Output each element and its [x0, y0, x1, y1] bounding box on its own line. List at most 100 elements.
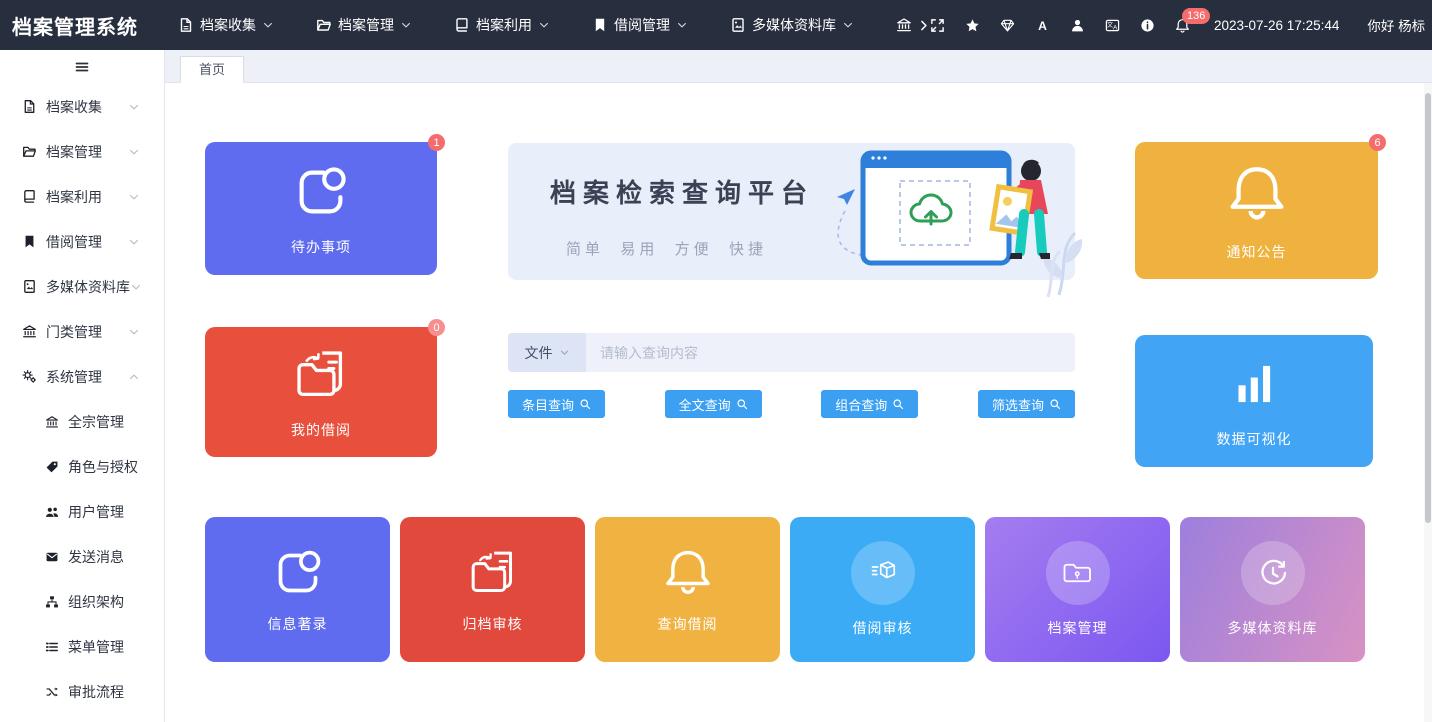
list-icon — [45, 640, 59, 654]
star-icon[interactable] — [965, 18, 980, 33]
fullscreen-icon[interactable] — [930, 18, 945, 33]
chevron-down-icon — [128, 146, 140, 158]
card-label: 档案管理 — [1048, 618, 1108, 638]
user-icon[interactable] — [1070, 18, 1085, 33]
chevron-up-icon — [128, 371, 140, 383]
sidebar-item-label: 全宗管理 — [68, 412, 124, 432]
notification-bell[interactable]: 136 — [1175, 18, 1190, 33]
scrollbar-thumb[interactable] — [1425, 93, 1431, 523]
top-menu-item-archive-manage[interactable]: 档案管理 — [316, 15, 412, 35]
bar-chart-icon — [1223, 353, 1285, 415]
users-icon — [45, 505, 59, 519]
sidebar-item-label: 档案收集 — [46, 97, 102, 117]
chevron-down-icon — [676, 19, 688, 31]
sidebar-subitem-org-structure[interactable]: 组织架构 — [0, 579, 164, 624]
bank-icon — [896, 17, 912, 33]
quick-card-query-borrow[interactable]: 查询借阅 — [595, 517, 780, 662]
translate-icon[interactable] — [1105, 18, 1120, 33]
tab-home[interactable]: 首页 — [180, 56, 244, 83]
top-menu-item-multimedia[interactable]: 多媒体资料库 — [730, 15, 854, 35]
gears-icon — [22, 369, 37, 384]
sidebar-item-category-manage[interactable]: 门类管理 — [0, 309, 164, 354]
chevron-down-icon — [400, 19, 412, 31]
folder-doc-icon — [465, 545, 521, 601]
history-icon — [1255, 555, 1291, 591]
sidebar-subitem-menu-manage[interactable]: 菜单管理 — [0, 624, 164, 669]
search-icon — [892, 398, 904, 410]
top-menu-label: 多媒体资料库 — [752, 15, 836, 35]
top-menu-item-borrow-manage[interactable]: 借阅管理 — [592, 15, 688, 35]
sitemap-icon — [45, 595, 59, 609]
card-label: 待办事项 — [291, 237, 351, 257]
tab-bar: 首页 — [165, 50, 1432, 83]
quick-cards-row: 信息著录 归档审核 查询借阅 借阅审核 档案管理 — [205, 517, 1365, 662]
filter-query-button[interactable]: 筛选查询 — [978, 390, 1075, 418]
sidebar: 档案收集 档案管理 档案利用 借阅管理 多媒体资料库 门类管理 系统管理 全宗管… — [0, 50, 165, 722]
sidebar-item-system-manage[interactable]: 系统管理 — [0, 354, 164, 399]
sidebar-subitem-approval-flow[interactable]: 审批流程 — [0, 669, 164, 714]
sidebar-subitem-user-manage[interactable]: 用户管理 — [0, 489, 164, 534]
sidebar-item-archive-manage[interactable]: 档案管理 — [0, 129, 164, 174]
top-navbar: 档案管理系统 档案收集 档案管理 档案利用 借阅管理 多媒体资料库 — [0, 0, 1432, 50]
font-size-icon[interactable] — [1035, 18, 1050, 33]
search-category-select[interactable]: 文件 — [508, 333, 586, 372]
folder-open-icon — [22, 144, 37, 159]
search-icon — [736, 398, 748, 410]
bookmark-icon — [592, 17, 608, 33]
sidebar-item-label: 门类管理 — [46, 322, 102, 342]
sidebar-subitem-send-message[interactable]: 发送消息 — [0, 534, 164, 579]
sidebar-item-archive-collect[interactable]: 档案收集 — [0, 84, 164, 129]
data-visualization-card[interactable]: 数据可视化 — [1135, 335, 1373, 467]
chevron-right-icon[interactable] — [917, 19, 930, 32]
quick-card-archive-review[interactable]: 归档审核 — [400, 517, 585, 662]
card-label: 信息著录 — [268, 614, 328, 634]
card-label: 数据可视化 — [1217, 429, 1292, 449]
folder-lock-icon — [1060, 555, 1096, 591]
media-file-icon — [730, 17, 746, 33]
combo-query-button[interactable]: 组合查询 — [821, 390, 918, 418]
card-label: 多媒体资料库 — [1228, 618, 1318, 638]
card-label: 借阅审核 — [853, 618, 913, 638]
fulltext-query-button[interactable]: 全文查询 — [665, 390, 762, 418]
top-menu-item-archive-use[interactable]: 档案利用 — [454, 15, 550, 35]
entry-query-button[interactable]: 条目查询 — [508, 390, 605, 418]
top-menu-item-category-manage[interactable]: 门类管理 — [896, 15, 915, 35]
sidebar-item-label: 档案管理 — [46, 142, 102, 162]
vertical-scrollbar — [1424, 83, 1432, 722]
sidebar-subitem-roles-auth[interactable]: 角色与授权 — [0, 444, 164, 489]
hamburger-icon — [74, 59, 90, 75]
sidebar-collapse-toggle[interactable] — [0, 50, 164, 84]
sidebar-item-label: 审批流程 — [68, 682, 124, 702]
chevron-down-icon — [538, 19, 550, 31]
gem-icon[interactable] — [1000, 18, 1015, 33]
file-icon — [22, 99, 37, 114]
file-icon — [178, 17, 194, 33]
search-input[interactable] — [586, 333, 1075, 372]
quick-card-info-entry[interactable]: 信息著录 — [205, 517, 390, 662]
chevron-down-icon — [128, 191, 140, 203]
sidebar-item-archive-use[interactable]: 档案利用 — [0, 174, 164, 219]
my-borrow-card[interactable]: 0 我的借阅 — [205, 327, 437, 457]
button-label: 筛选查询 — [992, 395, 1044, 414]
folder-doc-icon — [290, 344, 352, 406]
sidebar-item-multimedia[interactable]: 多媒体资料库 — [0, 264, 164, 309]
top-menu-item-archive-collect[interactable]: 档案收集 — [178, 15, 274, 35]
sidebar-item-label: 菜单管理 — [68, 637, 124, 657]
search-icon — [579, 398, 591, 410]
info-icon[interactable] — [1140, 18, 1155, 33]
folder-open-icon — [316, 17, 332, 33]
quick-card-borrow-review[interactable]: 借阅审核 — [790, 517, 975, 662]
sidebar-subitem-fonds-manage[interactable]: 全宗管理 — [0, 399, 164, 444]
quick-card-multimedia-library[interactable]: 多媒体资料库 — [1180, 517, 1365, 662]
chevron-down-icon — [130, 281, 142, 293]
card-label: 归档审核 — [463, 614, 523, 634]
sidebar-item-borrow-manage[interactable]: 借阅管理 — [0, 219, 164, 264]
bell-icon — [660, 545, 716, 601]
main-content: 首页 1 待办事项 档案检索查询平台 简单 易用 方便 快捷 — [165, 50, 1432, 722]
media-file-icon — [22, 279, 37, 294]
sidebar-item-label: 角色与授权 — [68, 457, 138, 477]
notice-card[interactable]: 6 通知公告 — [1135, 142, 1378, 279]
todo-card[interactable]: 1 待办事项 — [205, 142, 437, 275]
quick-card-archive-manage[interactable]: 档案管理 — [985, 517, 1170, 662]
greeting-text: 你好 杨标 — [1367, 15, 1425, 35]
